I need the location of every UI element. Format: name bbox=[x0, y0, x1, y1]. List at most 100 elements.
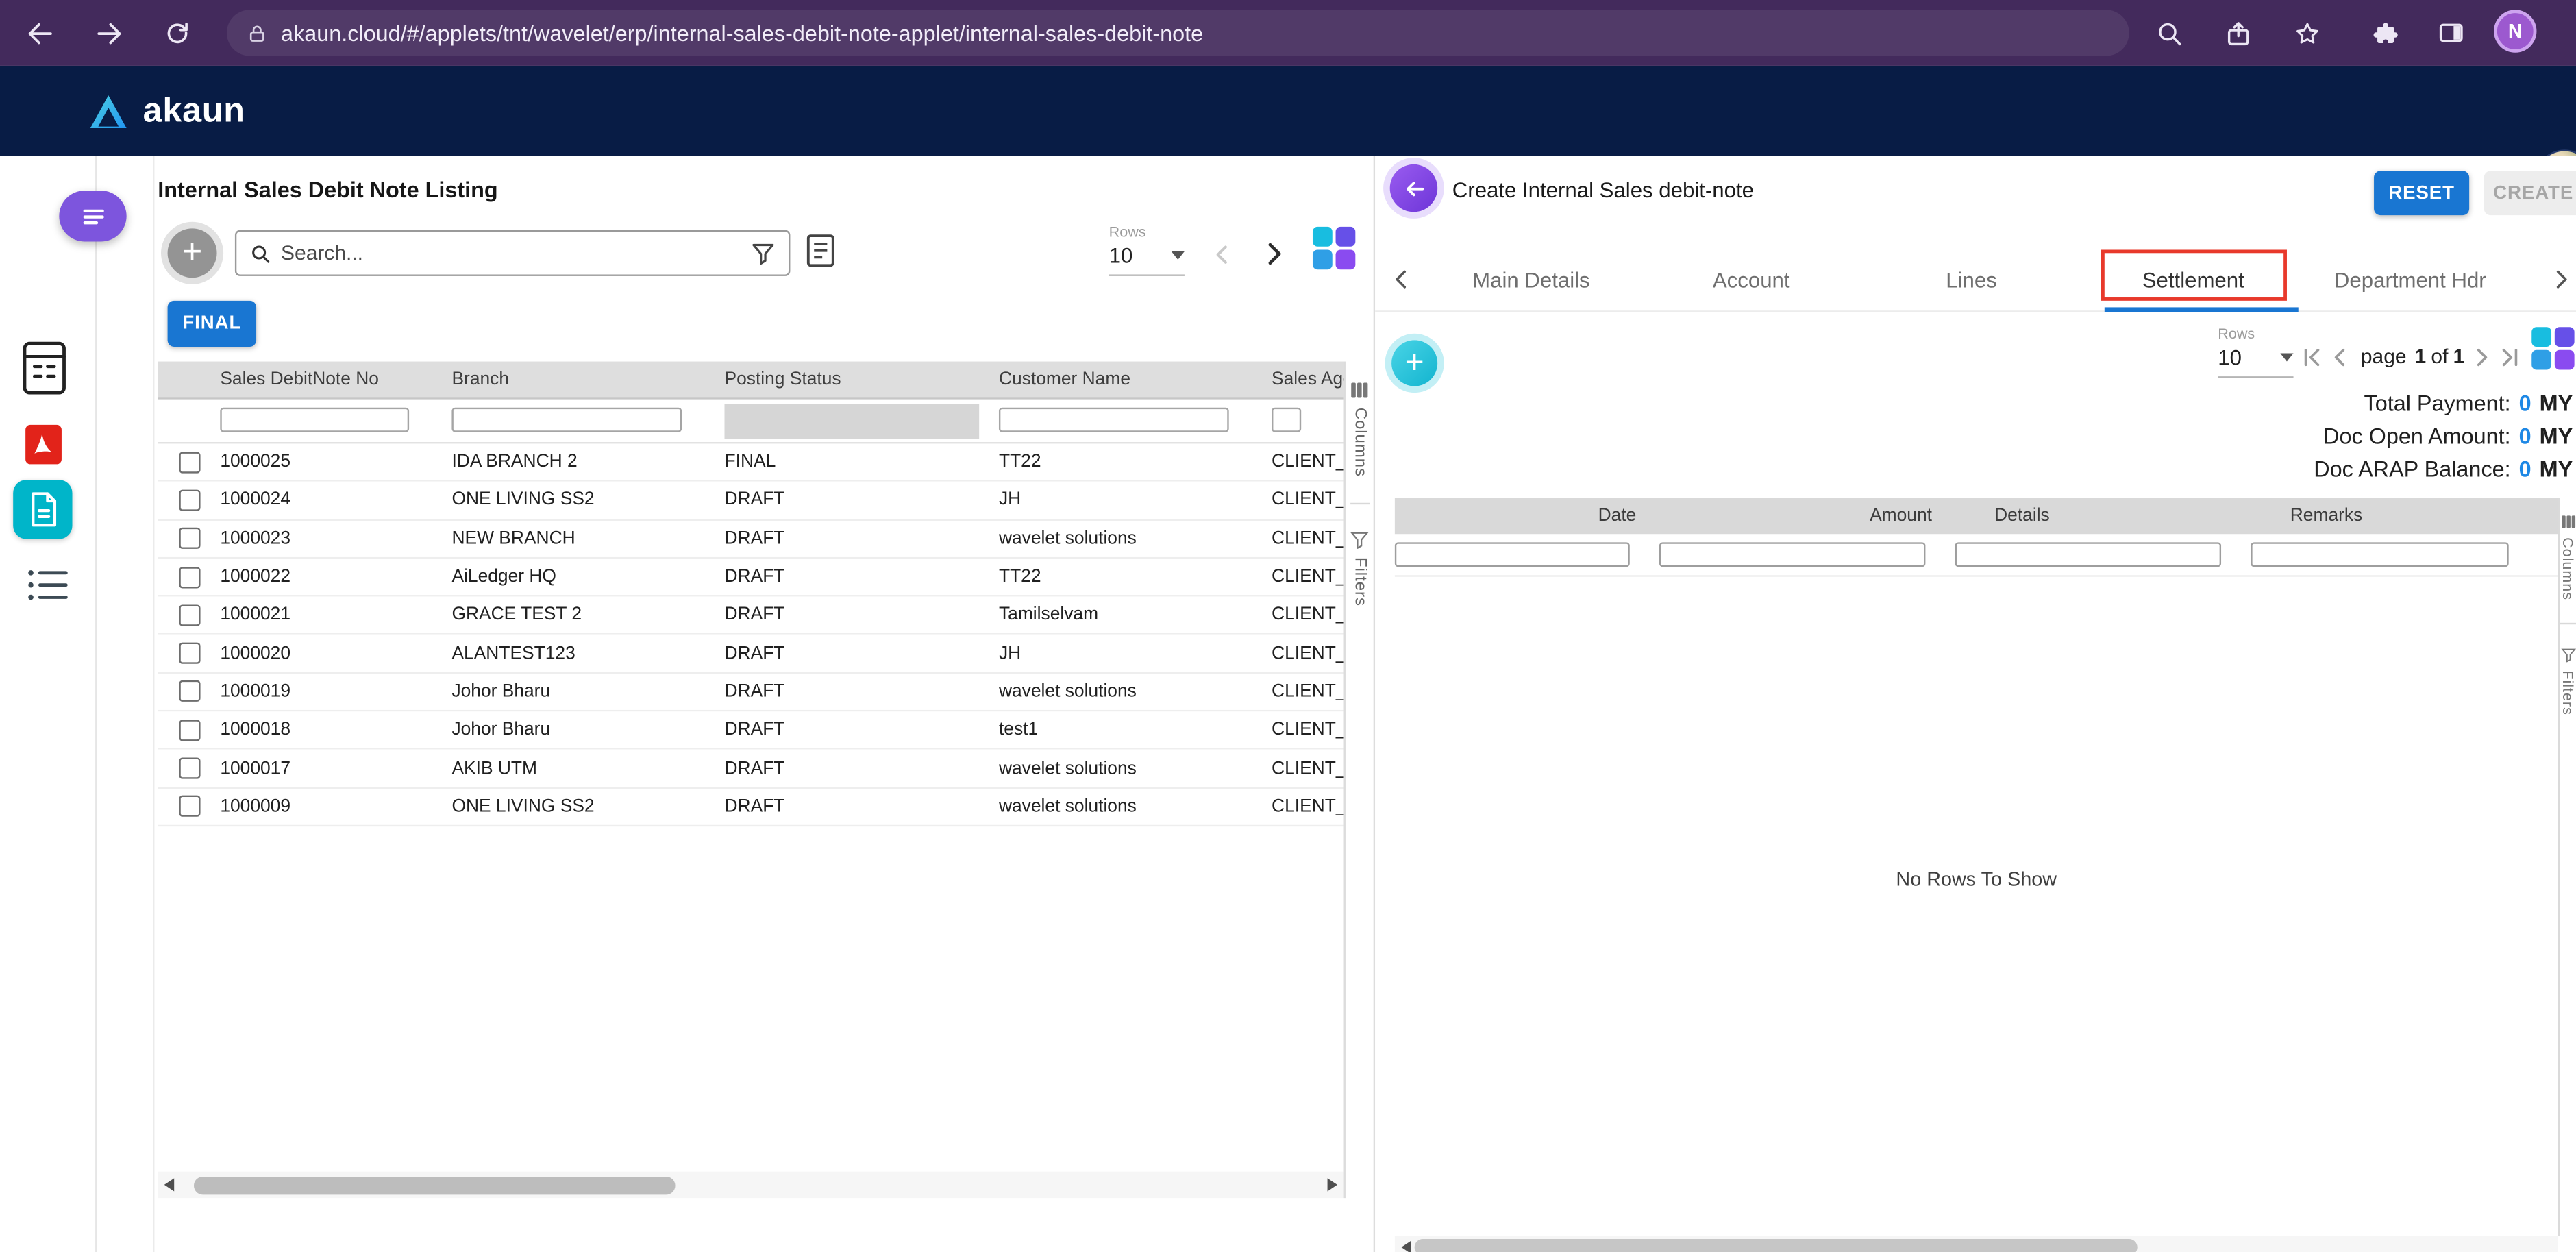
col-header-customer-name[interactable]: Customer Name bbox=[999, 370, 1272, 390]
create-button[interactable]: CREATE bbox=[2484, 171, 2576, 215]
table-row[interactable]: 1000022 AiLedger HQ DRAFT TT22 CLIENT_V bbox=[158, 559, 1343, 597]
filter-branch-input[interactable] bbox=[451, 408, 682, 432]
tab-department-hdr[interactable]: Department Hdr bbox=[2334, 268, 2486, 293]
filter-amount-input[interactable] bbox=[1659, 541, 1925, 566]
tab-lines[interactable]: Lines bbox=[1946, 268, 1997, 293]
horizontal-scrollbar[interactable] bbox=[158, 1172, 1343, 1198]
prev-page-button[interactable] bbox=[1209, 242, 1235, 268]
rows-label: Rows bbox=[2218, 326, 2293, 342]
applet-icon[interactable] bbox=[20, 340, 69, 396]
search-input[interactable] bbox=[281, 242, 741, 265]
cell-debit-note-no: 1000022 bbox=[220, 567, 451, 587]
last-page-icon[interactable] bbox=[2499, 344, 2524, 369]
row-checkbox[interactable] bbox=[178, 452, 199, 473]
col-header-remarks[interactable]: Remarks bbox=[2251, 506, 2538, 526]
share-icon[interactable] bbox=[2218, 13, 2257, 53]
rows-per-page-select[interactable]: Rows 10 bbox=[2218, 326, 2293, 378]
table-row[interactable]: 1000009 ONE LIVING SS2 DRAFT wavelet sol… bbox=[158, 788, 1343, 826]
first-page-icon[interactable] bbox=[2299, 344, 2323, 369]
next-page-icon[interactable] bbox=[2470, 344, 2494, 369]
table-row[interactable]: 1000025 IDA BRANCH 2 FINAL TT22 CLIENT_V bbox=[158, 443, 1343, 482]
sidebar bbox=[0, 156, 97, 1252]
row-checkbox[interactable] bbox=[178, 528, 199, 549]
tool-tab-filters[interactable]: Filters bbox=[2560, 648, 2576, 716]
scroll-right-arrow[interactable] bbox=[1328, 1178, 1337, 1191]
table-row[interactable]: 1000020 ALANTEST123 DRAFT JH CLIENT_V bbox=[158, 635, 1343, 674]
filter-debit-note-no-input[interactable] bbox=[220, 408, 409, 432]
filter-remarks-input[interactable] bbox=[2251, 541, 2508, 566]
tab-main-details[interactable]: Main Details bbox=[1472, 268, 1590, 293]
cell-sales-agent: CLIENT_V bbox=[1272, 643, 1344, 663]
col-header-posting-status[interactable]: Posting Status bbox=[725, 370, 999, 390]
row-checkbox[interactable] bbox=[178, 681, 199, 702]
filter-date-input[interactable] bbox=[1395, 541, 1630, 566]
add-record-button[interactable]: + bbox=[168, 228, 217, 278]
table-row[interactable]: 1000017 AKIB UTM DRAFT wavelet solutions… bbox=[158, 750, 1343, 788]
tabs-scroll-left-icon[interactable] bbox=[1388, 266, 1414, 292]
list-menu-icon[interactable] bbox=[26, 567, 69, 603]
cell-sales-agent: CLIENT_V bbox=[1272, 797, 1344, 817]
col-header-branch[interactable]: Branch bbox=[451, 370, 724, 390]
akaun-logo[interactable]: akaun bbox=[88, 66, 245, 156]
applet-menu-pill[interactable] bbox=[59, 191, 126, 241]
row-checkbox[interactable] bbox=[178, 796, 199, 817]
address-bar[interactable]: akaun.cloud/#/applets/tnt/wavelet/erp/in… bbox=[227, 10, 2129, 56]
row-checkbox[interactable] bbox=[178, 643, 199, 664]
scrollbar-thumb[interactable] bbox=[194, 1176, 676, 1194]
browser-forward-icon[interactable] bbox=[88, 13, 128, 53]
saved-views-icon[interactable] bbox=[805, 232, 838, 269]
side-panel-icon[interactable] bbox=[2431, 13, 2471, 53]
viewport: akaun.cloud/#/applets/tnt/wavelet/erp/in… bbox=[0, 0, 2576, 1252]
horizontal-scrollbar[interactable] bbox=[1395, 1236, 2558, 1252]
document-applet-button[interactable] bbox=[13, 480, 72, 539]
reset-button[interactable]: RESET bbox=[2374, 171, 2469, 215]
zoom-icon[interactable] bbox=[2149, 13, 2189, 53]
tool-tab-filters[interactable]: Filters bbox=[1350, 531, 1368, 606]
row-checkbox[interactable] bbox=[178, 604, 199, 626]
final-filter-button[interactable]: FINAL bbox=[168, 301, 256, 347]
brand-name: akaun bbox=[143, 91, 245, 131]
back-button[interactable] bbox=[1390, 164, 1438, 212]
search-field[interactable] bbox=[235, 230, 791, 276]
row-checkbox[interactable] bbox=[178, 566, 199, 587]
next-page-button[interactable] bbox=[1259, 238, 1290, 270]
filter-details-input[interactable] bbox=[1955, 541, 2221, 566]
bookmark-star-icon[interactable] bbox=[2287, 13, 2327, 53]
filter-customer-name-input[interactable] bbox=[999, 408, 1229, 432]
browser-back-icon[interactable] bbox=[20, 13, 60, 53]
filter-posting-status-select[interactable] bbox=[725, 404, 980, 438]
view-switcher-grid-icon[interactable] bbox=[2531, 327, 2574, 369]
pdf-export-icon[interactable] bbox=[25, 424, 62, 465]
table-row[interactable]: 1000024 ONE LIVING SS2 DRAFT JH CLIENT_V bbox=[158, 482, 1343, 520]
view-switcher-grid-icon[interactable] bbox=[1313, 227, 1355, 269]
scroll-left-arrow[interactable] bbox=[164, 1178, 174, 1191]
browser-profile-avatar[interactable]: N bbox=[2494, 10, 2536, 52]
row-checkbox[interactable] bbox=[178, 489, 199, 511]
add-settlement-button[interactable]: + bbox=[1391, 340, 1437, 386]
extensions-puzzle-icon[interactable] bbox=[2366, 13, 2405, 53]
columns-icon bbox=[1350, 381, 1368, 399]
tool-tab-columns[interactable]: Columns bbox=[2560, 515, 2576, 600]
scrollbar-thumb[interactable] bbox=[1415, 1239, 2138, 1252]
table-row[interactable]: 1000023 NEW BRANCH DRAFT wavelet solutio… bbox=[158, 520, 1343, 559]
filter-funnel-icon[interactable] bbox=[751, 241, 776, 265]
rows-per-page-select[interactable]: Rows 10 bbox=[1109, 223, 1185, 276]
table-row[interactable]: 1000018 Johor Bharu DRAFT test1 CLIENT_V bbox=[158, 712, 1343, 750]
row-checkbox[interactable] bbox=[178, 757, 199, 778]
funnel-icon bbox=[2560, 648, 2575, 663]
row-checkbox[interactable] bbox=[178, 720, 199, 741]
col-header-sales-agent[interactable]: Sales Age bbox=[1272, 370, 1344, 390]
prev-page-icon[interactable] bbox=[2328, 344, 2353, 369]
col-header-amount[interactable]: Amount bbox=[1659, 506, 1955, 526]
tool-tab-columns[interactable]: Columns bbox=[1350, 381, 1368, 477]
tabs-scroll-right-icon[interactable] bbox=[2548, 266, 2574, 292]
filter-sales-agent-input[interactable] bbox=[1272, 408, 1301, 432]
browser-reload-icon[interactable] bbox=[158, 13, 197, 53]
col-header-details[interactable]: Details bbox=[1955, 506, 2251, 526]
table-row[interactable]: 1000021 GRACE TEST 2 DRAFT Tamilselvam C… bbox=[158, 597, 1343, 635]
scroll-left-arrow[interactable] bbox=[1401, 1240, 1411, 1252]
tab-account[interactable]: Account bbox=[1713, 268, 1790, 293]
col-header-date[interactable]: Date bbox=[1395, 506, 1659, 526]
table-row[interactable]: 1000019 Johor Bharu DRAFT wavelet soluti… bbox=[158, 674, 1343, 712]
col-header-debit-note-no[interactable]: Sales DebitNote No bbox=[220, 370, 451, 390]
